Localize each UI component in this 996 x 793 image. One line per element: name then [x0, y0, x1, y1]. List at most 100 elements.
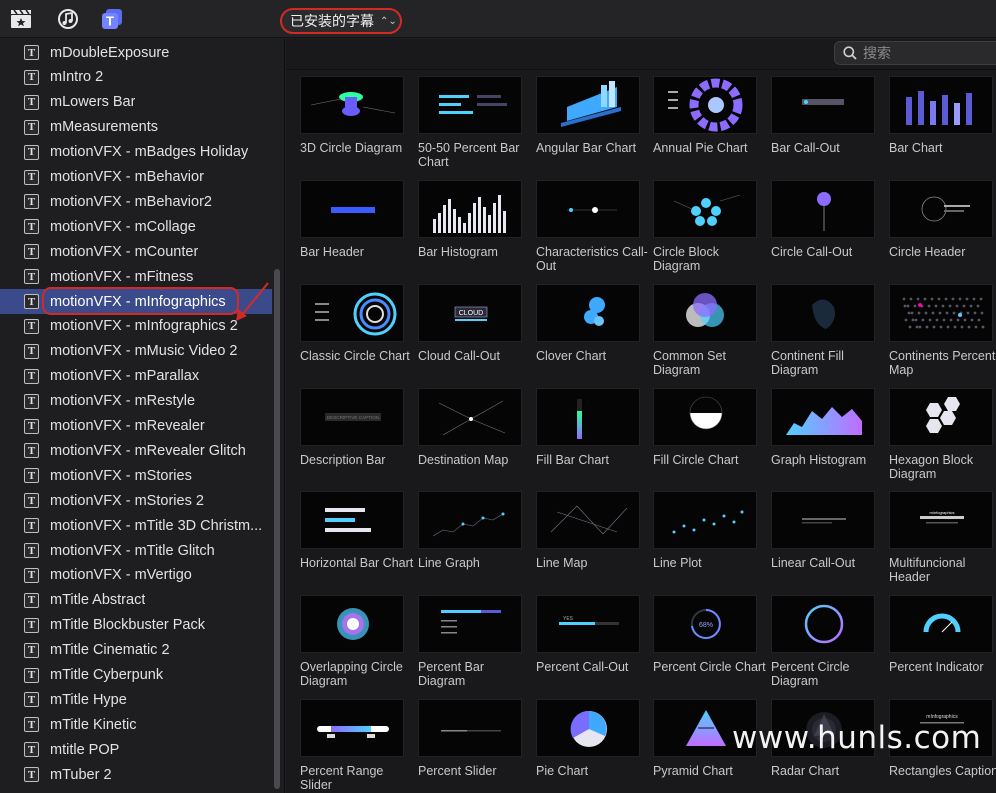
sidebar-item[interactable]: TmotionVFX - mCollage — [0, 214, 272, 239]
sidebar-item-label: motionVFX - mParallax — [50, 368, 200, 385]
sidebar-item[interactable]: TmotionVFX - mRevealer Glitch — [0, 438, 272, 463]
sidebar-item[interactable]: TmotionVFX - mBadges Holiday — [0, 140, 272, 165]
sidebar-item-label: motionVFX - mRevealer Glitch — [50, 442, 246, 459]
updown-chevron-icon: ⌃⌄ — [380, 15, 397, 27]
sidebar-item[interactable]: TmDoubleExposure — [0, 40, 272, 65]
title-template-tile[interactable]: Bar Chart — [888, 76, 996, 176]
sidebar-item[interactable]: TmotionVFX - mParallax — [0, 364, 272, 389]
title-template-tile[interactable]: 68% Percent Circle Chart — [652, 595, 766, 695]
template-name: Annual Pie Chart — [653, 141, 748, 155]
sidebar-item[interactable]: TmotionVFX - mTitle Glitch — [0, 538, 272, 563]
sidebar-item[interactable]: TmotionVFX - mBehavior2 — [0, 189, 272, 214]
title-template-tile[interactable]: Common Set Diagram — [652, 284, 764, 384]
sidebar-item[interactable]: TmotionVFX - mCounter — [0, 239, 272, 264]
title-template-tile[interactable]: Percent Indicator — [888, 595, 996, 695]
sidebar-item[interactable]: TmotionVFX - mInfographics — [0, 289, 272, 314]
titles-icon[interactable]: T — [100, 7, 124, 31]
sidebar-item[interactable]: TmTitle Hype — [0, 687, 272, 712]
title-template-tile[interactable]: Horizontal Bar Chart — [299, 491, 413, 591]
title-template-tile[interactable]: Line Graph — [417, 491, 529, 591]
template-name: Cloud Call-Out — [418, 349, 500, 363]
title-template-tile[interactable]: Graph Histogram — [770, 388, 882, 488]
sidebar-item[interactable]: TmotionVFX - mBehavior — [0, 165, 272, 190]
sidebar-item[interactable]: TmotionVFX - mRestyle — [0, 389, 272, 414]
title-template-tile[interactable]: 50-50 Percent Bar Chart — [417, 76, 529, 176]
template-name: Line Map — [536, 556, 588, 570]
title-template-tile[interactable]: Bar Call-Out — [770, 76, 882, 176]
sidebar-item[interactable]: TmTuber 2 — [0, 762, 272, 787]
template-thumbnail — [771, 180, 875, 238]
title-template-tile[interactable]: Percent Bar Diagram — [417, 595, 529, 695]
sidebar-item-label: motionVFX - mTitle 3D Christm... — [50, 517, 263, 534]
sidebar-item-label: mtitle POP — [50, 741, 120, 758]
title-template-tile[interactable]: Continent Fill Diagram — [770, 284, 882, 384]
installed-titles-dropdown[interactable]: 已安装的字幕 ⌃⌄ — [280, 8, 402, 34]
title-template-tile[interactable]: Classic Circle Chart — [299, 284, 411, 384]
template-thumbnail — [653, 180, 757, 238]
title-template-tile[interactable]: Fill Circle Chart — [652, 388, 764, 488]
title-template-tile[interactable]: Destination Map — [417, 388, 529, 488]
title-template-tile[interactable]: Line Map — [535, 491, 647, 591]
title-template-tile[interactable]: Percent Circle Diagram — [770, 595, 882, 695]
title-template-tile[interactable]: Line Plot — [652, 491, 764, 591]
title-category-icon: T — [24, 717, 39, 733]
title-template-tile[interactable]: mInfographics Rectangles Caption — [888, 699, 996, 793]
template-name: Multifuncional Header — [889, 556, 966, 584]
sidebar-item[interactable]: TmMeasurements — [0, 115, 272, 140]
title-template-tile[interactable]: Pie Chart — [535, 699, 647, 793]
sidebar-item[interactable]: TmotionVFX - mStories — [0, 463, 272, 488]
title-template-tile[interactable]: Circle Header — [888, 180, 996, 280]
sidebar-item[interactable]: TmotionVFX - mRevealer — [0, 414, 272, 439]
title-template-tile[interactable]: Percent Slider — [417, 699, 529, 793]
title-template-tile[interactable]: Pyramid Chart — [652, 699, 764, 793]
title-template-tile[interactable]: DESCRIPTIVE CAPTION Description Bar — [299, 388, 411, 488]
sidebar-item[interactable]: TmotionVFX - mVertigo — [0, 563, 272, 588]
sidebar-item[interactable]: TmotionVFX - mStories 2 — [0, 488, 272, 513]
title-template-tile[interactable]: Clover Chart — [535, 284, 647, 384]
title-template-tile[interactable]: Circle Block Diagram — [652, 180, 764, 280]
sidebar-item[interactable]: TmTitle Cinematic 2 — [0, 638, 272, 663]
sidebar-item-label: motionVFX - mFitness — [50, 268, 194, 285]
sidebar-item[interactable]: TmotionVFX - mMusic Video 2 — [0, 339, 272, 364]
sidebar-item[interactable]: TmIntro 2 — [0, 65, 272, 90]
title-template-tile[interactable]: Circle Call-Out — [770, 180, 882, 280]
clapperboard-star-icon[interactable] — [9, 7, 33, 31]
title-template-tile[interactable]: Continents Percent Map — [888, 284, 996, 384]
title-template-tile[interactable]: YES Percent Call-Out — [535, 595, 647, 695]
template-thumbnail — [418, 388, 522, 446]
sidebar-item[interactable]: Tmtitle POP — [0, 737, 272, 762]
sidebar-item[interactable]: TmLowers Bar — [0, 90, 272, 115]
sidebar-item[interactable]: TmotionVFX - mTitle 3D Christm... — [0, 513, 272, 538]
template-thumbnail: DESCRIPTIVE CAPTION — [300, 388, 404, 446]
sidebar-item[interactable]: TmTitle Kinetic — [0, 712, 272, 737]
title-template-tile[interactable]: 3D Circle Diagram — [299, 76, 411, 176]
title-template-tile[interactable]: Bar Header — [299, 180, 411, 280]
final-cut-browser-window: T 已安装的字幕 ⌃⌄ TmDoubleExposure TmIntro 2 TmL… — [0, 0, 996, 793]
template-thumbnail — [771, 284, 875, 342]
sidebar-scrollbar[interactable] — [274, 269, 280, 789]
title-template-tile[interactable]: CLOUD Cloud Call-Out — [417, 284, 529, 384]
title-template-tile[interactable]: Hexagon Block Diagram — [888, 388, 996, 488]
sidebar-item-label: motionVFX - mBadges Holiday — [50, 144, 249, 161]
title-template-tile[interactable]: Annual Pie Chart — [652, 76, 764, 176]
title-category-icon: T — [24, 393, 39, 409]
title-template-tile[interactable]: Radar Chart — [770, 699, 882, 793]
template-thumbnail — [536, 388, 640, 446]
template-name: Bar Call-Out — [771, 141, 840, 155]
search-field[interactable]: 搜索 — [834, 41, 996, 65]
title-template-tile[interactable]: mInfographics Multifuncional Header — [888, 491, 996, 591]
title-template-tile[interactable]: Percent Range Slider — [299, 699, 411, 793]
title-template-tile[interactable]: Fill Bar Chart — [535, 388, 647, 488]
music-photo-icon[interactable] — [56, 7, 80, 31]
sidebar-item[interactable]: TmotionVFX - mInfographics 2 — [0, 314, 272, 339]
sidebar-item[interactable]: TmTitle Blockbuster Pack — [0, 613, 272, 638]
template-name: Bar Histogram — [418, 245, 498, 259]
sidebar-item[interactable]: TmotionVFX - mFitness — [0, 264, 272, 289]
sidebar-item[interactable]: TmTitle Abstract — [0, 588, 272, 613]
sidebar-item[interactable]: TmTitle Cyberpunk — [0, 663, 272, 688]
title-template-tile[interactable]: Bar Histogram — [417, 180, 529, 280]
title-template-tile[interactable]: Linear Call-Out — [770, 491, 882, 591]
title-template-tile[interactable]: Overlapping Circle Diagram — [299, 595, 411, 695]
title-template-tile[interactable]: Characteristics Call-Out — [535, 180, 648, 280]
title-template-tile[interactable]: Angular Bar Chart — [535, 76, 647, 176]
